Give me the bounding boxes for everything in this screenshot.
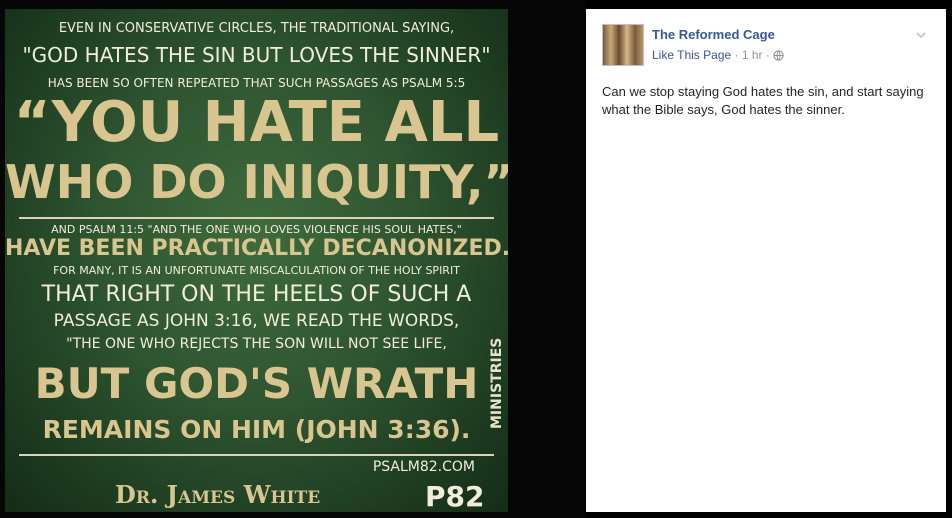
page-name-link[interactable]: The Reformed Cage	[652, 27, 775, 42]
like-page-link[interactable]: Like This Page	[652, 48, 731, 62]
meme-line: FOR MANY, IT IS AN UNFORTUNATE MISCALCUL…	[53, 264, 460, 277]
post-image[interactable]: EVEN IN CONSERVATIVE CIRCLES, THE TRADIT…	[5, 9, 508, 512]
post-text: Can we stop staying God hates the sin, a…	[602, 84, 924, 117]
meme-headline: “YOU HATE ALL	[13, 90, 500, 155]
meme-headline: BUT GOD'S WRATH	[34, 359, 479, 408]
meme-line: REMAINS ON HIM (JOHN 3:36).	[42, 415, 471, 444]
meme-line: PASSAGE AS JOHN 3:16, WE READ THE WORDS,	[53, 311, 460, 331]
avatar[interactable]	[602, 24, 644, 66]
author-name: Dr. James White	[115, 480, 321, 509]
meta-separator: ·	[762, 48, 774, 62]
meme-line: "THE ONE WHO REJECTS THE SON WILL NOT SE…	[66, 336, 447, 352]
photo-viewer: EVEN IN CONSERVATIVE CIRCLES, THE TRADIT…	[0, 0, 585, 518]
meme-line: HAS BEEN SO OFTEN REPEATED THAT SUCH PAS…	[47, 76, 466, 90]
chevron-down-icon[interactable]	[916, 27, 926, 39]
meme-line: "GOD HATES THE SIN BUT LOVES THE SINNER"	[22, 43, 491, 67]
meme-headline: WHO DO INIQUITY,”	[5, 155, 508, 209]
globe-icon	[773, 50, 784, 64]
post-meta: Like This Page · 1 hr ·	[652, 48, 784, 64]
timestamp[interactable]: 1 hr	[742, 48, 763, 62]
divider	[19, 454, 494, 456]
brand-bar: Dr. James White P82	[5, 469, 508, 512]
post-card: The Reformed Cage Like This Page · 1 hr …	[586, 9, 946, 512]
meme-line: THAT RIGHT ON THE HEELS OF SUCH A	[41, 282, 472, 307]
meme-line: EVEN IN CONSERVATIVE CIRCLES, THE TRADIT…	[58, 21, 455, 36]
meme-line: AND PSALM 11:5 "AND THE ONE WHO LOVES VI…	[51, 223, 462, 236]
meta-separator: ·	[731, 48, 742, 62]
meme-line: HAVE BEEN PRACTICALLY DECANONIZED.	[5, 236, 508, 261]
ministries-label: MINISTRIES	[489, 337, 505, 429]
divider	[19, 217, 494, 219]
logo-mark: P82	[425, 480, 485, 512]
